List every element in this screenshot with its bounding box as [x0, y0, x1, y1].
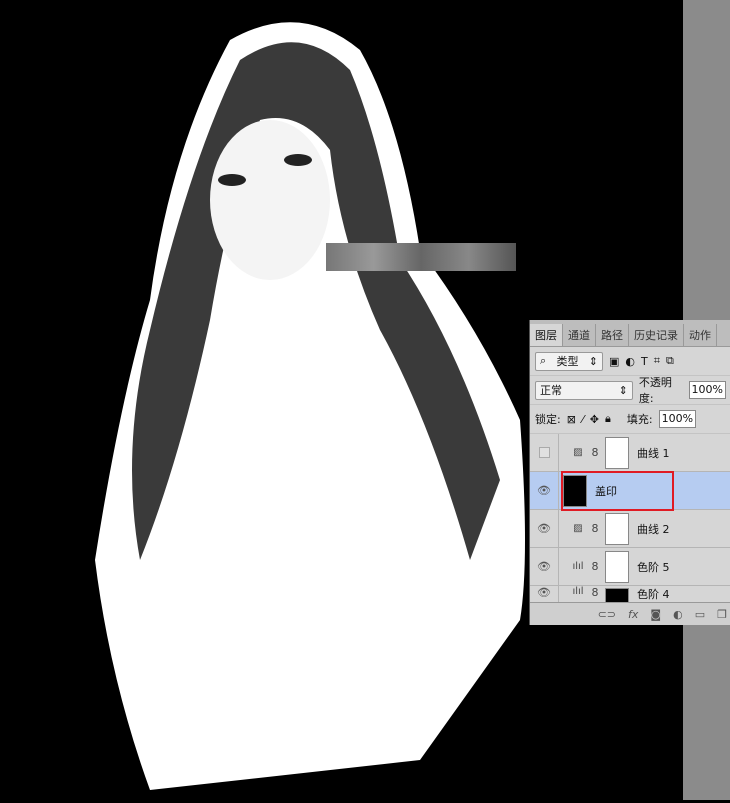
filter-label: 类型	[556, 355, 579, 368]
layer-row[interactable]: ▨ 8 曲线 1	[530, 434, 730, 472]
layer-mask-thumbnail[interactable]	[605, 550, 629, 583]
blend-mode-value: 正常	[540, 384, 562, 397]
layer-row-selected[interactable]: 👁︎ 盖印	[530, 471, 730, 511]
add-mask-icon[interactable]: ◙	[650, 608, 661, 621]
fill-label: 填充:	[626, 413, 653, 426]
highlight-box	[561, 471, 674, 511]
curves-icon: ▨	[573, 523, 583, 534]
type-filter-icon[interactable]: T	[641, 355, 648, 368]
layer-name: 曲线 2	[637, 522, 670, 536]
new-layer-icon[interactable]: ❐	[717, 608, 727, 621]
panel-footer: ⊂⊃ fx ◙ ◐ ▭ ❐	[530, 602, 730, 625]
mosaic-blur	[326, 243, 516, 271]
eye-icon[interactable]: 👁︎	[530, 510, 559, 547]
levels-icon: ılıl	[572, 586, 584, 597]
lock-brush-icon[interactable]: ⁄	[582, 413, 584, 426]
adjustment-layer-icon[interactable]: ◐	[673, 608, 683, 621]
stepper-icon: ⇕	[618, 383, 628, 397]
eye-icon[interactable]: 👁︎	[530, 472, 559, 509]
tab-layers[interactable]: 图层	[530, 324, 563, 346]
levels-icon: ılıl	[572, 561, 584, 572]
lock-label: 锁定:	[535, 413, 561, 426]
link-icon: 8	[591, 560, 599, 573]
lock-transparency-icon[interactable]: ⊠	[567, 413, 576, 426]
link-icon: 8	[591, 446, 599, 459]
layer-name: 色阶 4	[637, 588, 670, 601]
stepper-icon: ⇕	[588, 354, 598, 368]
lock-row: 锁定: ⊠ ⁄ ✥ 🔒︎ 填充: 100%	[530, 405, 730, 434]
curves-icon: ▨	[573, 447, 583, 458]
filter-type-select[interactable]: ⌕ 类型 ⇕	[535, 351, 603, 371]
opacity-input[interactable]: 100%	[688, 381, 726, 399]
link-layers-icon[interactable]: ⊂⊃	[598, 608, 616, 621]
filter-row: ⌕ 类型 ⇕ ▣ ◐ T ⌗ ⧉	[530, 347, 730, 376]
link-icon: 8	[591, 586, 599, 599]
blend-row: 正常 ⇕ 不透明度: 100%	[530, 376, 730, 405]
tab-channels[interactable]: 通道	[563, 324, 596, 346]
link-icon: 8	[591, 522, 599, 535]
fx-icon[interactable]: fx	[628, 608, 638, 621]
shape-filter-icon[interactable]: ⌗	[654, 354, 660, 368]
layer-row[interactable]: 👁︎ ▨ 8 曲线 2	[530, 510, 730, 548]
visibility-toggle[interactable]	[530, 434, 559, 471]
opacity-label: 不透明度:	[638, 376, 672, 405]
eye-icon[interactable]: 👁︎	[530, 548, 559, 585]
panel-tabs: 图层 通道 路径 历史记录 动作	[530, 320, 730, 347]
layer-row[interactable]: 👁︎ ılıl 8 色阶 5	[530, 548, 730, 586]
tab-paths[interactable]: 路径	[596, 324, 629, 346]
group-folder-icon[interactable]: ▭	[695, 608, 705, 621]
layer-name: 曲线 1	[637, 446, 670, 460]
layer-name: 色阶 5	[637, 560, 670, 574]
tab-actions[interactable]: 动作	[684, 324, 717, 346]
lock-all-icon[interactable]: 🔒︎	[605, 412, 611, 426]
lock-move-icon[interactable]: ✥	[590, 413, 599, 426]
layer-mask-thumbnail[interactable]	[605, 436, 629, 469]
blend-mode-select[interactable]: 正常 ⇕	[535, 380, 633, 400]
smart-object-filter-icon[interactable]: ⧉	[666, 354, 674, 368]
fill-input[interactable]: 100%	[658, 410, 697, 428]
adjustment-filter-icon[interactable]: ◐	[625, 355, 635, 368]
tab-history[interactable]: 历史记录	[629, 324, 684, 346]
image-filter-icon[interactable]: ▣	[609, 355, 619, 368]
search-icon: ⌕	[540, 354, 547, 367]
layers-panel: 图层 通道 路径 历史记录 动作 ⌕ 类型 ⇕ ▣ ◐ T ⌗ ⧉ 正常 ⇕ 不透明度…	[529, 320, 730, 625]
layer-mask-thumbnail[interactable]	[605, 512, 629, 545]
